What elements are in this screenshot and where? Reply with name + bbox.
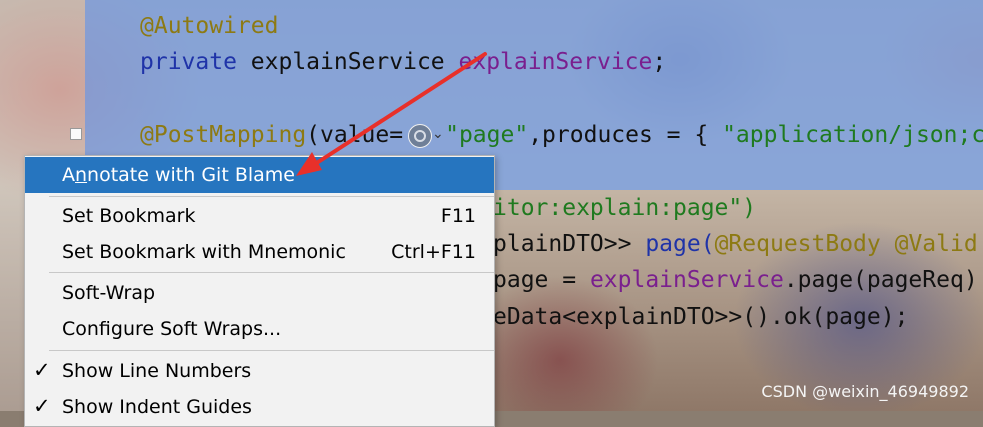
arrow-line <box>310 52 487 168</box>
arrow-head <box>296 152 322 176</box>
watermark-text: CSDN @weixin_46949892 <box>761 382 969 401</box>
annotation-arrow <box>296 52 487 176</box>
